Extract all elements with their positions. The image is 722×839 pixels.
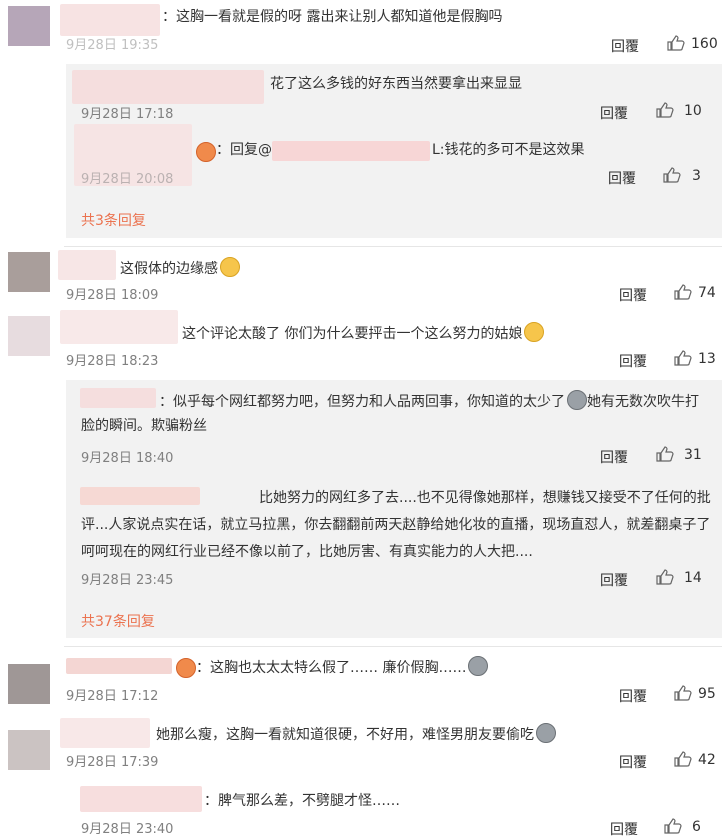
like-count: 42: [698, 752, 716, 768]
avatar[interactable]: [8, 6, 50, 46]
username-blurred[interactable]: [80, 786, 202, 812]
divider: [64, 646, 722, 647]
comment-time: 9月28日 17:39: [66, 755, 159, 770]
ghost-face-icon: [536, 723, 556, 743]
more-replies-link[interactable]: 共37条回复: [81, 611, 155, 631]
reply-button[interactable]: 回覆: [611, 36, 639, 56]
username-blurred[interactable]: [60, 4, 160, 36]
fire-badge-icon: [196, 142, 216, 162]
comment-text: ：这胸也太太太特么假了…… 廉价假胸……: [196, 656, 489, 678]
like-count: 13: [698, 351, 716, 367]
comment-time: 9月28日 19:35: [66, 38, 159, 53]
reply-button[interactable]: 回覆: [610, 819, 638, 839]
comment-time: 9月28日 23:40: [81, 822, 174, 837]
reply-button[interactable]: 回覆: [619, 351, 647, 371]
subreply-text: ：似乎每个网红都努力吧，但努力和人品两回事，你知道的太少了 她有无数次吹牛打脸的瞬…: [81, 390, 711, 438]
more-replies-link[interactable]: 共3条回复: [81, 210, 146, 230]
mention-blurred[interactable]: [272, 141, 430, 161]
reply-button[interactable]: 回覆: [619, 686, 647, 706]
like-count: 3: [692, 168, 701, 184]
thumbs-up-icon[interactable]: [656, 569, 674, 585]
username-blurred[interactable]: [72, 70, 264, 104]
comment-time: 9月28日 18:09: [66, 288, 159, 303]
like-count: 10: [684, 103, 702, 119]
like-count: 6: [692, 819, 701, 835]
subreply-time: 9月28日 23:45: [81, 573, 174, 588]
reply-button[interactable]: 回覆: [600, 447, 628, 467]
username-blurred[interactable]: [66, 658, 172, 674]
divider: [64, 246, 722, 247]
thumbs-up-icon[interactable]: [656, 102, 674, 118]
subreply-text: 比她努力的网红多了去....也不见得像她那样，想赚钱又接受不了任何的批评...人…: [81, 490, 711, 560]
like-count: 31: [684, 447, 702, 463]
avatar[interactable]: [8, 730, 50, 770]
thumbs-up-icon[interactable]: [674, 284, 692, 300]
fire-badge-icon: [176, 658, 196, 678]
reply-button[interactable]: 回覆: [619, 285, 647, 305]
like-count: 160: [691, 36, 718, 52]
ghost-face-icon: [567, 390, 587, 410]
username-blurred[interactable]: [60, 718, 150, 748]
comment-text: ：这胸一看就是假的呀 露出来让别人都知道他是假胸吗: [162, 9, 503, 25]
comment-time: 9月28日 17:12: [66, 689, 159, 704]
subreply-text: 花了这么多钱的好东西当然要拿出来显显: [270, 76, 522, 92]
avatar[interactable]: [8, 316, 50, 356]
reply-button[interactable]: 回覆: [608, 168, 636, 188]
subreply-text: ：回复@: [216, 142, 272, 158]
avatar[interactable]: [8, 664, 50, 704]
like-count: 14: [684, 570, 702, 586]
subreply-time: 9月28日 18:40: [81, 451, 174, 466]
ghost-face-icon: [468, 656, 489, 676]
thumbs-up-icon[interactable]: [674, 685, 692, 701]
comment-text: 这个评论太酸了 你们为什么要抨击一个这么努力的姑娘: [182, 322, 545, 344]
like-count: 95: [698, 686, 716, 702]
thumbs-up-icon[interactable]: [667, 35, 685, 51]
subreply-time: 9月28日 17:18: [81, 107, 174, 122]
thumbs-up-icon[interactable]: [664, 818, 682, 834]
avatar[interactable]: [8, 252, 50, 292]
thumbs-up-icon[interactable]: [674, 751, 692, 767]
comment-text: 她那么瘦，这胸一看就知道很硬，不好用，难怪男朋友要偷吃: [156, 723, 556, 745]
thumbs-up-icon[interactable]: [674, 350, 692, 366]
like-count: 74: [698, 285, 716, 301]
thumbs-up-icon[interactable]: [656, 446, 674, 462]
subreply-text-tail: L:钱花的多可不是这效果: [432, 142, 585, 158]
thumbs-up-icon[interactable]: [663, 167, 681, 183]
subreply-time: 9月28日 20:08: [81, 172, 174, 187]
reply-button[interactable]: 回覆: [600, 570, 628, 590]
username-blurred[interactable]: [58, 250, 116, 280]
comment-text: 这假体的边缘感: [120, 257, 240, 279]
smirk-face-icon: [524, 322, 545, 342]
username-blurred[interactable]: [60, 310, 178, 344]
thinking-face-icon: [220, 257, 240, 277]
reply-button[interactable]: 回覆: [600, 103, 628, 123]
comment-text: ：脾气那么差，不劈腿才怪……: [204, 793, 400, 809]
reply-button[interactable]: 回覆: [619, 752, 647, 772]
comment-time: 9月28日 18:23: [66, 354, 159, 369]
